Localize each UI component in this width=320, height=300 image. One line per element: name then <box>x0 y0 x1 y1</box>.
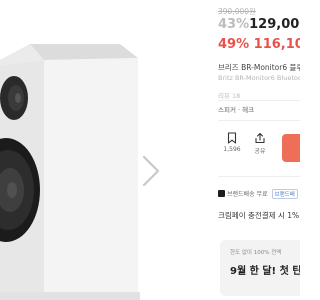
shipping-option[interactable]: 브랜드배송 무료 브랜드배 <box>218 189 300 199</box>
product-image-gallery <box>0 0 172 300</box>
product-name: 브리즈 BR-Monitor6 블루 <box>218 63 300 72</box>
shipping-label: 브랜드배송 무료 <box>227 191 268 198</box>
sale-price: 116,100 <box>253 37 300 52</box>
divider <box>218 120 300 121</box>
sale-price-row: 49% 116,100 <box>218 37 300 52</box>
like-button[interactable]: 1,596 <box>218 132 246 160</box>
shipping-tag: 브랜드배 <box>271 189 298 199</box>
checkbox-icon[interactable] <box>218 190 225 197</box>
speaker-product-image <box>0 44 140 300</box>
price: 129,000 <box>249 17 300 32</box>
category-link[interactable]: 스피커 · 헤크 <box>218 104 254 114</box>
divider <box>218 100 300 101</box>
promo-banner[interactable]: 한도 없이 100% 전액 9월 한 달! 첫 틴 <box>220 240 300 296</box>
share-button[interactable]: 공유 <box>246 132 274 160</box>
banner-line1: 한도 없이 100% 전액 <box>230 250 282 256</box>
product-info-panel: 390,000원 43%129,000 49% 116,100 브리즈 BR-M… <box>218 0 300 300</box>
banner-line2: 9월 한 달! 첫 틴 <box>230 266 300 277</box>
share-icon <box>255 132 265 144</box>
bookmark-icon <box>227 132 237 144</box>
original-price: 390,000원 <box>218 7 256 16</box>
chevron-right-icon[interactable] <box>140 154 162 188</box>
divider <box>218 176 300 177</box>
product-name-en: Britz BR-Monitor6 Bluetoo <box>218 74 300 82</box>
review-link[interactable]: 리뷰 18 <box>218 90 240 100</box>
card-promo-text: 크림페이 충전결제 시 1% <box>218 211 300 220</box>
like-count: 1,596 <box>223 146 241 153</box>
discount-rate: 43% <box>218 17 250 32</box>
sale-rate: 49% <box>218 37 250 52</box>
price-row: 43%129,000 <box>218 17 300 32</box>
share-label: 공유 <box>254 148 266 155</box>
buy-button[interactable] <box>282 134 300 162</box>
